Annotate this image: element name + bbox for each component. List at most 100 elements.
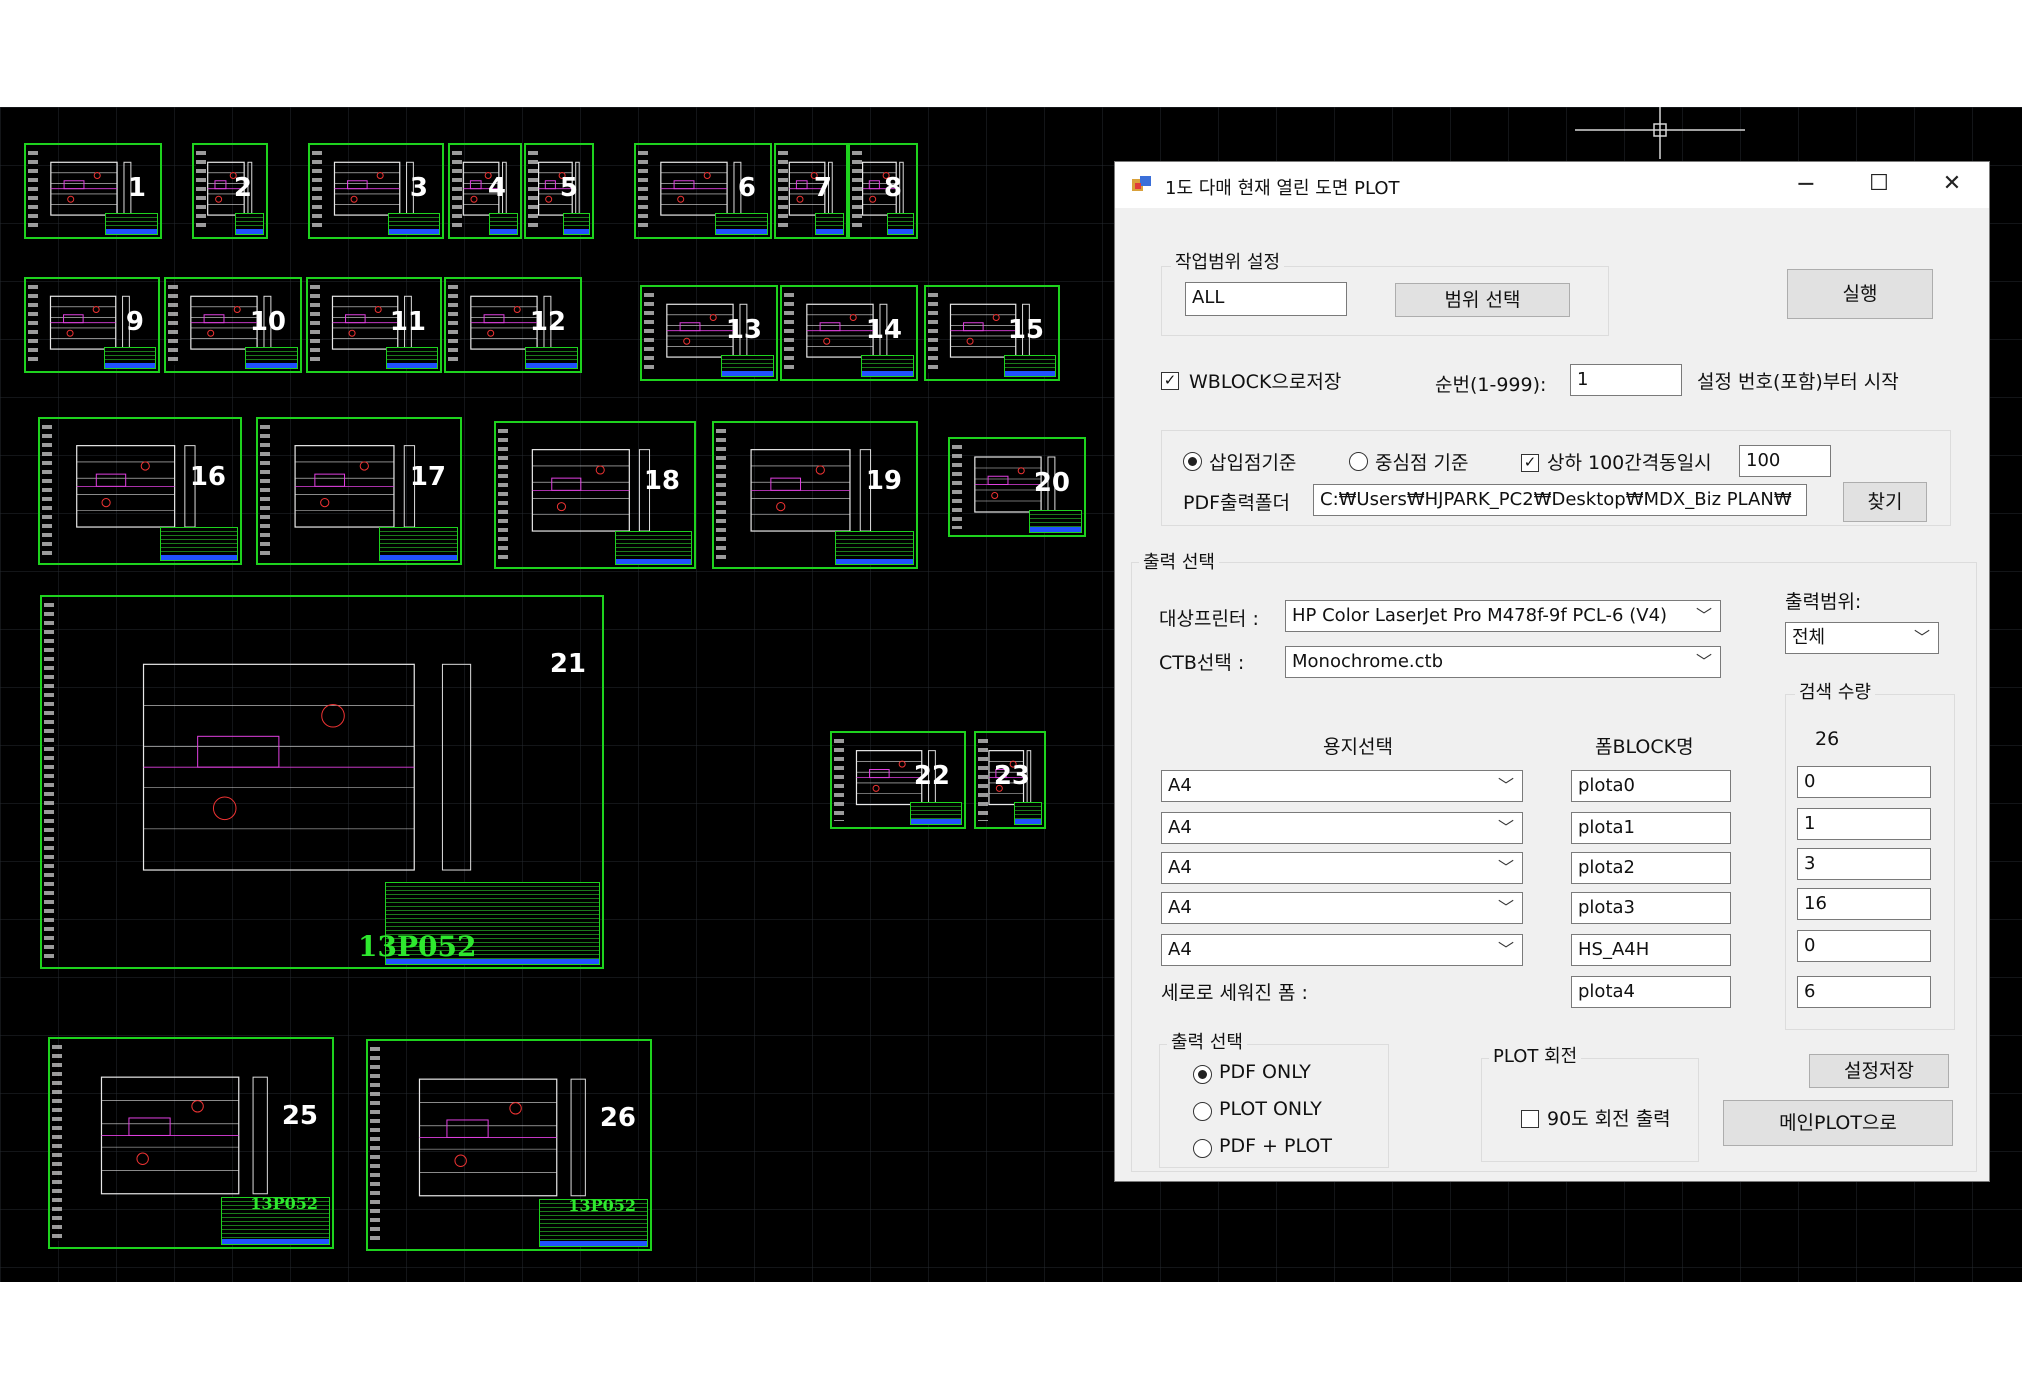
drawing-sheet[interactable]: 6 [634,143,772,239]
sheet-number: 14 [865,314,902,345]
paper-select[interactable]: A4 ﹀ [1161,934,1523,966]
chevron-down-icon: ﹀ [1913,628,1930,647]
title-block [387,212,440,235]
search-count-input[interactable]: 3 [1797,848,1931,880]
sheet-number: 22 [913,761,950,792]
close-button[interactable]: ✕ [1923,168,1981,200]
plot-only-radio[interactable] [1193,1102,1212,1121]
title-bar: 1도 다매 현재 열린 도면 PLOT ─ ☐ ✕ [1115,162,1989,208]
save-settings-button[interactable]: 설정저장 [1809,1054,1949,1088]
search-count-input[interactable]: 1 [1797,808,1931,840]
maximize-button[interactable]: ☐ [1850,168,1908,200]
drawing-sheet[interactable]: 9 [24,277,160,373]
drawing-sheet[interactable]: 18 [494,421,696,569]
paper-value: A4 [1168,775,1192,796]
ctb-select[interactable]: Monochrome.ctb ﹀ [1285,646,1721,678]
sheet-number: 19 [865,466,902,497]
chevron-down-icon: ﹀ [1695,652,1712,671]
drawing-sheet[interactable]: 25 13P052 [48,1037,334,1249]
ctb-value: Monochrome.ctb [1292,651,1443,672]
drawing-code: 13P052 [250,1194,318,1213]
drawing-sheet[interactable]: 3 [308,143,444,239]
run-button[interactable]: 실행 [1787,269,1933,319]
search-count-input[interactable]: 0 [1797,766,1931,798]
ctb-label: CTB선택 : [1159,652,1245,674]
drawing-sheet[interactable]: 17 [256,417,462,565]
gap-input[interactable]: 100 [1739,445,1831,477]
chevron-down-icon: ﹀ [1497,940,1514,959]
main-plot-button[interactable]: 메인PLOT으로 [1723,1100,1953,1146]
paper-value: A4 [1168,817,1192,838]
range-select[interactable]: 전체 ﹀ [1785,622,1939,654]
center-point-radio[interactable] [1349,452,1368,471]
drawing-sheet[interactable]: 13 [640,285,778,381]
title-block [562,212,590,235]
drawing-sheet[interactable]: 1 [24,143,162,239]
sheet-border-stripe [952,445,962,529]
seq-input[interactable]: 1 [1570,364,1682,396]
form-block-input[interactable]: plota0 [1571,770,1731,802]
insert-point-radio[interactable] [1183,452,1202,471]
drawing-sheet[interactable]: 15 [924,285,1060,381]
work-range-input[interactable]: ALL [1185,282,1347,316]
form-block-input[interactable]: plota2 [1571,852,1731,884]
title-block [489,212,518,235]
drawing-sheet[interactable]: 10 [164,277,302,373]
drawing-sheet[interactable]: 7 [774,143,848,239]
sheet-number: 16 [189,462,226,493]
wblock-label: WBLOCK으로저장 [1189,371,1342,393]
form-block-input[interactable]: HS_A4H [1571,934,1731,966]
drawing-sheet[interactable]: 11 [306,277,442,373]
drawing-sheet[interactable]: 26 13P052 [366,1039,652,1251]
drawing-sheet[interactable]: 23 [974,731,1046,829]
plot-only-label: PLOT ONLY [1219,1098,1322,1120]
range-select-button[interactable]: 범위 선택 [1395,283,1570,317]
gap-label: 상하 100간격동일시 [1547,452,1712,474]
title-block [103,346,156,369]
center-point-label: 중심점 기준 [1375,452,1469,474]
drawing-sheet[interactable]: 4 [448,143,522,239]
drawing-sheet[interactable]: 19 [712,421,918,569]
gap-checkbox[interactable]: ✓ [1521,454,1539,472]
sheet-border-stripe [28,151,38,231]
search-count-input[interactable]: 0 [1797,930,1931,962]
sheet-border-stripe [498,429,508,561]
drawing-sheet[interactable]: 8 [848,143,918,239]
pdf-plot-radio[interactable] [1193,1139,1212,1158]
paper-select[interactable]: A4 ﹀ [1161,852,1523,884]
form-block-input[interactable]: plota1 [1571,812,1731,844]
minimize-button[interactable]: ─ [1777,168,1835,200]
form-block-input[interactable]: plota3 [1571,892,1731,924]
drawing-sheet[interactable]: 22 [830,731,966,829]
printer-select[interactable]: HP Color LaserJet Pro M478f-9f PCL-6 (V4… [1285,600,1721,632]
sheet-number: 13 [725,314,762,345]
drawing-sheet[interactable]: 20 [948,437,1086,537]
chevron-down-icon: ﹀ [1497,818,1514,837]
title-block [245,346,298,369]
print-mode-label: 출력 선택 [1167,1028,1247,1054]
wblock-checkbox[interactable]: ✓ [1161,372,1179,390]
drawing-sheet[interactable]: 2 [192,143,268,239]
drawing-sheet[interactable]: 5 [524,143,594,239]
drawing-sheet[interactable]: 14 [780,285,918,381]
seq-suffix-label: 설정 번호(포함)부터 시작 [1697,371,1899,393]
drawing-sheet[interactable]: 12 [444,277,582,373]
paper-select[interactable]: A4 ﹀ [1161,892,1523,924]
rotate-checkbox[interactable] [1521,1110,1539,1128]
paper-select[interactable]: A4 ﹀ [1161,770,1523,802]
paper-select[interactable]: A4 ﹀ [1161,812,1523,844]
sheet-number: 18 [643,466,680,497]
vertical-count-input[interactable]: 6 [1797,976,1931,1008]
title-block [721,354,774,377]
drawing-sheet[interactable]: 21 13P052 [40,595,604,969]
pdf-folder-input[interactable]: C:₩Users₩HJPARK_PC2₩Desktop₩MDX_Biz PLAN… [1313,484,1807,516]
title-block [160,527,238,561]
drawing-sheet[interactable]: 16 [38,417,242,565]
find-folder-button[interactable]: 찾기 [1843,482,1927,522]
vertical-form-input[interactable]: plota4 [1571,976,1731,1008]
pdf-only-radio[interactable] [1193,1065,1212,1084]
sheet-number: 9 [125,306,144,337]
search-count-input[interactable]: 16 [1797,888,1931,920]
sheet-number: 6 [737,172,756,203]
check-icon: ✓ [1163,371,1177,389]
